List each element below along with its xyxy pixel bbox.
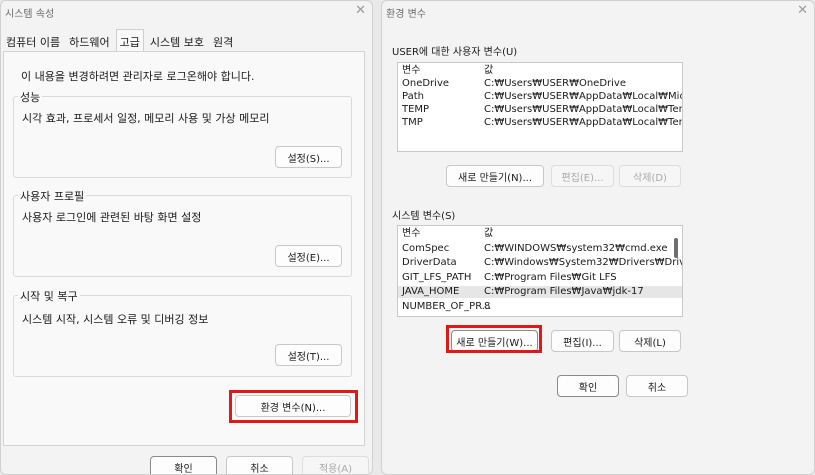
tab-system-protection[interactable]: 시스템 보호: [147, 31, 207, 51]
startup-recovery-label: 시작 및 복구: [18, 288, 80, 304]
tab-computer-name[interactable]: 컴퓨터 이름: [3, 31, 63, 51]
close-icon[interactable]: ✕: [797, 3, 808, 18]
table-row[interactable]: DriverData C:₩Windows₩System32₩Drivers₩D…: [398, 257, 682, 269]
tab-remote[interactable]: 원격: [210, 31, 236, 51]
list-header: 변수 값: [402, 65, 494, 76]
table-row[interactable]: NUMBER_OF_PR... 8: [398, 301, 682, 313]
system-delete-button[interactable]: 삭제(L): [619, 330, 681, 352]
startup-recovery-settings-button[interactable]: 설정(T)...: [275, 344, 342, 366]
table-row[interactable]: TEMP C:₩Users₩USER₩AppData₩Local₩Temp: [398, 104, 682, 116]
table-row[interactable]: ComSpec C:₩WINDOWS₩system32₩cmd.exe: [398, 243, 682, 255]
system-properties-window: 시스템 속성 ✕ 컴퓨터 이름 하드웨어 고급 시스템 보호 원격 이 내용을 …: [0, 0, 373, 475]
environment-variables-window: 환경 변수 ✕ USER에 대한 사용자 변수(U) 변수 값 OneDrive…: [381, 0, 815, 475]
user-variables-label: USER에 대한 사용자 변수(U): [392, 47, 518, 58]
close-icon[interactable]: ✕: [355, 3, 366, 18]
system-properties-titlebar: 시스템 속성 ✕: [1, 1, 372, 25]
system-new-button[interactable]: 새로 만들기(W)...: [451, 330, 538, 352]
table-row[interactable]: Path C:₩Users₩USER₩AppData₩Local₩Micro..…: [398, 91, 682, 103]
user-profiles-description: 사용자 로그인에 관련된 바탕 화면 설정: [22, 211, 202, 224]
table-row[interactable]: OneDrive C:₩Users₩USER₩OneDrive: [398, 78, 682, 90]
system-edit-button[interactable]: 편집(I)...: [551, 330, 614, 352]
system-variables-label: 시스템 변수(S): [392, 211, 456, 222]
table-row[interactable]: GIT_LFS_PATH C:₩Program Files₩Git LFS: [398, 272, 682, 284]
ok-button[interactable]: 확인: [557, 375, 619, 397]
user-variables-list[interactable]: 변수 값 OneDrive C:₩Users₩USER₩OneDrive Pat…: [397, 62, 683, 152]
window-title: 환경 변수: [386, 9, 426, 20]
performance-label: 성능: [18, 89, 43, 105]
startup-recovery-description: 시스템 시작, 시스템 오류 및 디버깅 정보: [22, 313, 209, 326]
tab-advanced[interactable]: 고급: [115, 29, 144, 51]
window-title: 시스템 속성: [5, 9, 55, 20]
user-delete-button[interactable]: 삭제(D): [619, 165, 681, 187]
performance-settings-button[interactable]: 설정(S)...: [275, 146, 342, 168]
list-header: 변수 값: [402, 228, 494, 239]
admin-warning-text: 이 내용을 변경하려면 관리자로 로그온해야 합니다.: [21, 70, 255, 83]
user-profiles-settings-button[interactable]: 설정(E)...: [275, 245, 342, 267]
system-variables-list[interactable]: 변수 값 ComSpec C:₩WINDOWS₩system32₩cmd.exe…: [397, 225, 683, 317]
scrollbar-thumb[interactable]: [674, 238, 678, 258]
cancel-button[interactable]: 취소: [626, 375, 688, 397]
apply-button[interactable]: 적용(A): [302, 456, 369, 474]
user-profiles-label: 사용자 프로필: [18, 188, 87, 204]
user-new-button[interactable]: 새로 만들기(N)...: [446, 165, 544, 187]
performance-description: 시각 효과, 프로세서 일정, 메모리 사용 및 가상 메모리: [22, 112, 270, 125]
tab-hardware[interactable]: 하드웨어: [66, 31, 112, 51]
table-row[interactable]: TMP C:₩Users₩USER₩AppData₩Local₩Temp: [398, 117, 682, 129]
cancel-button[interactable]: 취소: [226, 456, 293, 474]
environment-variables-button[interactable]: 환경 변수(N)...: [235, 395, 351, 417]
tab-strip: 컴퓨터 이름 하드웨어 고급 시스템 보호 원격: [3, 29, 239, 51]
user-edit-button[interactable]: 편집(E)...: [551, 165, 614, 187]
ok-button[interactable]: 확인: [150, 456, 217, 474]
table-row[interactable]: JAVA_HOME C:₩Program Files₩Java₩jdk-17: [398, 286, 682, 298]
environment-variables-titlebar: 환경 변수 ✕: [382, 1, 814, 25]
